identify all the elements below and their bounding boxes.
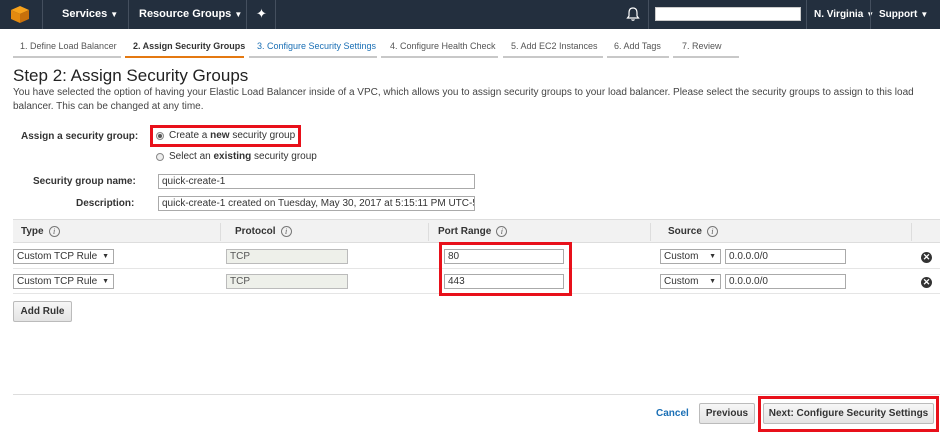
col-port-range-label: Port Range [438,226,492,237]
services-menu[interactable]: Services ▼ [62,8,118,20]
source-select[interactable]: Custom ▼ [660,274,721,289]
column-divider [428,223,429,241]
col-protocol-label: Protocol [235,226,276,237]
step-add-ec2-instances: 5. Add EC2 Instances [511,41,598,51]
chevron-down-icon: ▼ [234,10,243,19]
chevron-down-icon: ▼ [920,10,929,19]
type-select[interactable]: Custom TCP Rule ▼ [13,249,114,264]
highlight-box [439,242,572,296]
pin-icon[interactable]: ✦ [256,6,267,22]
aws-cube-logo-icon[interactable] [10,5,30,24]
rules-table-header: Type i Protocol i Port Range i Source i [13,219,940,243]
info-icon[interactable]: i [706,226,718,237]
resource-groups-menu[interactable]: Resource Groups ▼ [139,8,242,20]
region-menu[interactable]: N. Virginia▼ [814,9,874,20]
previous-button[interactable]: Previous [699,403,755,424]
col-port-range: Port Range i [438,226,508,237]
wizard-steps: 1. Define Load Balancer 2. Assign Securi… [0,29,940,62]
security-group-name-label: Security group name: [33,176,136,187]
source-select-value: Custom [664,251,699,262]
step-underline-active [125,56,244,58]
radio-create-new[interactable]: Create a new security group [156,130,295,141]
step-underline [607,56,669,58]
description-input[interactable]: quick-create-1 created on Tuesday, May 3… [158,196,475,211]
source-select[interactable]: Custom ▼ [660,249,721,264]
security-group-name-input[interactable]: quick-create-1 [158,174,475,189]
bell-icon[interactable] [626,6,640,22]
add-rule-button[interactable]: Add Rule [13,301,72,322]
page-title: Step 2: Assign Security Groups [13,66,249,85]
nav-divider [128,0,129,29]
support-menu[interactable]: Support ▼ [879,9,928,20]
radio-button-selected[interactable] [156,131,164,140]
dropdown-arrow-icon: ▼ [709,253,716,260]
radio-label-pre: Create a [169,130,211,141]
step-underline [249,56,377,58]
dropdown-arrow-icon: ▼ [102,278,109,285]
col-protocol: Protocol i [235,226,292,237]
column-divider [220,223,221,241]
radio-label-post: security group [229,130,296,141]
support-label: Support [879,9,918,20]
account-search-field[interactable] [655,7,801,21]
assign-security-group-label: Assign a security group: [21,131,139,142]
type-select-value: Custom TCP Rule [17,251,98,262]
nav-divider [648,0,649,29]
radio-label-bold: new [210,130,230,141]
nav-divider [275,0,276,29]
column-divider [911,223,912,241]
step-configure-health-check: 4. Configure Health Check [390,41,496,51]
step-configure-security-settings[interactable]: 3. Configure Security Settings [257,41,376,51]
info-icon[interactable]: i [48,226,60,237]
radio-label-bold: existing [213,151,252,162]
nav-divider [870,0,871,29]
source-select-value: Custom [664,276,699,287]
col-source: Source i [668,226,718,237]
nav-divider [806,0,807,29]
next-configure-security-settings-button[interactable]: Next: Configure Security Settings [763,403,934,424]
nav-divider [246,0,247,29]
radio-label-post: security group [251,151,317,162]
source-cidr-input[interactable]: 0.0.0.0/0 [725,274,846,289]
radio-select-existing[interactable]: Select an existing security group [156,151,317,162]
cancel-link[interactable]: Cancel [656,408,689,419]
remove-rule-icon[interactable]: ✕ [921,252,932,263]
col-source-label: Source [668,226,702,237]
protocol-field: TCP [226,274,348,289]
dropdown-arrow-icon: ▼ [709,278,716,285]
resource-groups-label: Resource Groups [139,8,232,20]
radio-button[interactable] [156,152,164,161]
step-review: 7. Review [682,41,722,51]
step-add-tags: 6. Add Tags [614,41,661,51]
footer-divider [13,394,940,395]
protocol-field: TCP [226,249,348,264]
chevron-down-icon: ▼ [110,10,119,19]
description-label: Description: [76,198,135,209]
source-cidr-input[interactable]: 0.0.0.0/0 [725,249,846,264]
info-icon[interactable]: i [280,226,292,237]
step-underline [381,56,498,58]
nav-divider [42,0,43,29]
dropdown-arrow-icon: ▼ [102,253,109,260]
services-label: Services [62,8,108,20]
remove-rule-icon[interactable]: ✕ [921,277,932,288]
radio-label-pre: Select an [169,151,214,162]
col-type: Type i [21,226,60,237]
type-select[interactable]: Custom TCP Rule ▼ [13,274,114,289]
step-underline [673,56,739,58]
step-define-load-balancer[interactable]: 1. Define Load Balancer [20,41,117,51]
region-label: N. Virginia [814,9,864,20]
step-underline [503,56,603,58]
info-icon[interactable]: i [496,226,508,237]
top-nav-bar: Services ▼ Resource Groups ▼ ✦ N. Virginia… [0,0,940,29]
col-type-label: Type [21,226,44,237]
type-select-value: Custom TCP Rule [17,276,98,287]
column-divider [650,223,651,241]
page-description: You have selected the option of having y… [13,87,914,112]
step-assign-security-groups[interactable]: 2. Assign Security Groups [133,41,245,51]
step-underline [13,56,121,58]
